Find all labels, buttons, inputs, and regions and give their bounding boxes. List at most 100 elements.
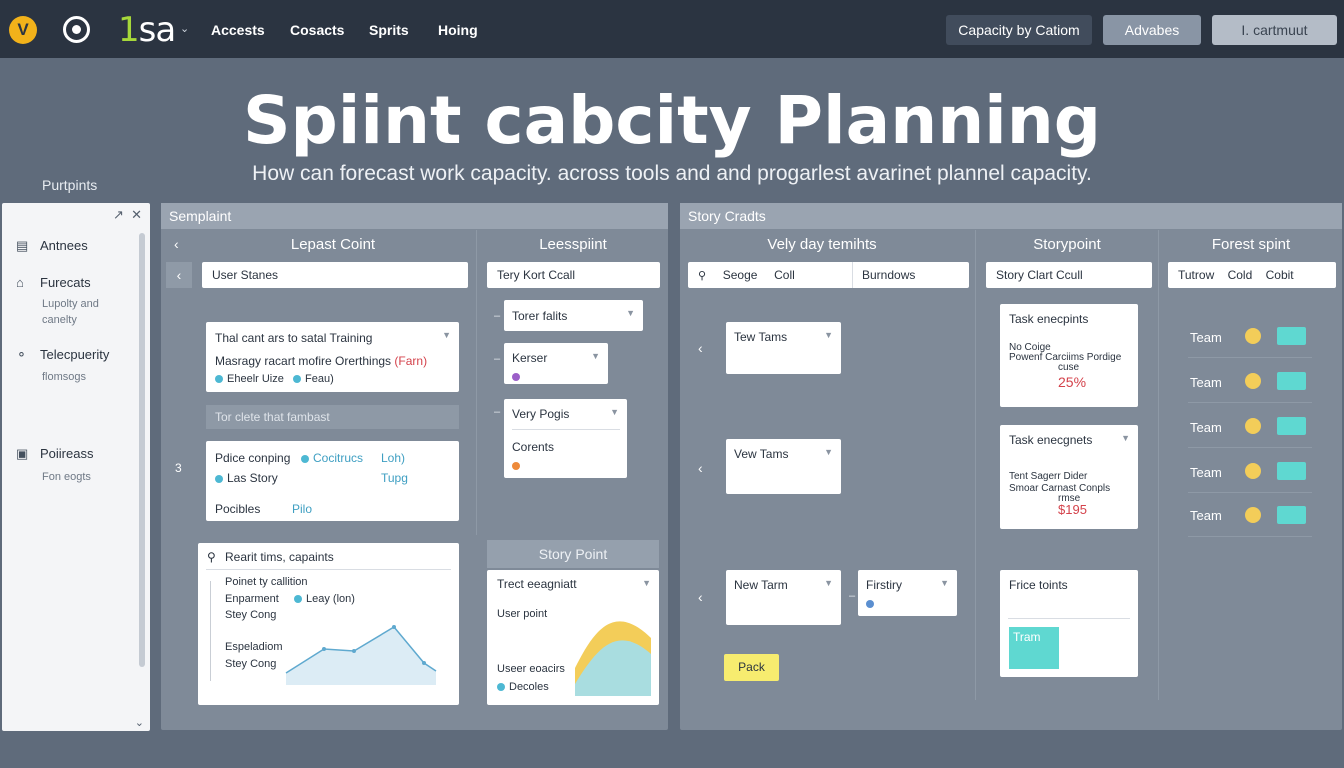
divider bbox=[206, 569, 451, 570]
advabes-button[interactable]: Advabes bbox=[1103, 15, 1201, 45]
nav-item-hoing[interactable]: Hoing bbox=[438, 22, 478, 38]
card-line: Corents bbox=[512, 440, 555, 454]
capacity-bar[interactable] bbox=[1277, 372, 1306, 390]
connector-icon: – bbox=[494, 406, 501, 418]
capacity-chart-card[interactable]: ⚲ Rearit tims, capaints Poinet ty callit… bbox=[198, 543, 459, 705]
logo-v-icon[interactable]: V bbox=[9, 16, 37, 44]
card-line: Tent Sagerr Dider bbox=[1009, 471, 1088, 482]
column-header: Forest spint bbox=[1211, 236, 1291, 253]
card-title: Frice toints bbox=[1009, 578, 1068, 592]
card-line: Pocibles bbox=[215, 502, 261, 516]
forest-filter-input[interactable]: Tutrow Cold Cobit bbox=[1168, 262, 1336, 288]
training-card[interactable]: Thal cant ars to satal Training ▼ Masrag… bbox=[206, 322, 459, 392]
sidebar-scrollbar[interactable] bbox=[139, 233, 145, 667]
team-card[interactable]: Firstiry ▼ bbox=[858, 570, 957, 616]
user-stories-input[interactable]: User Stanes bbox=[202, 262, 468, 288]
card-title: Kerser bbox=[512, 351, 548, 365]
team-label: Team bbox=[1190, 420, 1222, 435]
chevron-down-icon[interactable]: ▼ bbox=[591, 351, 600, 361]
chevron-down-icon[interactable]: ▼ bbox=[626, 308, 635, 318]
capacity-button[interactable]: Capacity by Catiom bbox=[946, 15, 1092, 45]
chevron-down-icon[interactable]: ▼ bbox=[824, 330, 833, 340]
chart-point bbox=[422, 661, 426, 665]
nav-item-accests[interactable]: Accests bbox=[211, 22, 265, 38]
story-chart-input[interactable]: Story Clart Ccull bbox=[986, 262, 1152, 288]
sidebar-item-furecats[interactable]: ⌂ Furecats bbox=[16, 275, 91, 290]
sidebar-item-telecpuerity[interactable]: ⚬ Telecpuerity bbox=[16, 347, 109, 363]
tery-kort-input[interactable]: Tery Kort Ccall bbox=[487, 262, 660, 288]
chevron-down-icon[interactable]: ▼ bbox=[610, 407, 619, 417]
mini-card[interactable]: Very Pogis ▼ Corents bbox=[504, 399, 627, 478]
team-card[interactable]: New Tarm ▼ bbox=[726, 570, 841, 625]
card-tag: Leay (lon) bbox=[294, 593, 355, 605]
card-title: Tew Tams bbox=[734, 330, 788, 344]
chevron-down-icon[interactable]: ▼ bbox=[824, 578, 833, 588]
divider bbox=[1008, 618, 1130, 619]
layout-icon: ▤ bbox=[16, 238, 29, 253]
search-icon[interactable]: ⚲ bbox=[207, 550, 216, 564]
sidebar-item-poiireass[interactable]: ▣ Poiireass bbox=[16, 446, 93, 462]
chart-point bbox=[322, 647, 326, 651]
target-icon[interactable] bbox=[63, 16, 90, 43]
page-title: Spiint cabcity Planning bbox=[242, 82, 1102, 159]
chevron-left-icon[interactable]: ‹ bbox=[698, 589, 703, 605]
chevron-down-icon[interactable]: ▼ bbox=[1121, 433, 1130, 443]
price-value: $195 bbox=[1058, 502, 1087, 517]
panel-title: Semplaint bbox=[161, 203, 668, 229]
chevron-left-icon[interactable]: ‹ bbox=[698, 340, 703, 356]
chevron-down-icon[interactable]: ▼ bbox=[442, 330, 451, 340]
status-dot bbox=[1245, 328, 1261, 344]
capacity-bar[interactable] bbox=[1277, 417, 1306, 435]
team-label: Team bbox=[1190, 330, 1222, 345]
sidebar-item-antnees[interactable]: ▤ Antnees bbox=[16, 238, 88, 254]
mini-card[interactable]: Torer falits ▼ bbox=[504, 300, 643, 331]
connector-icon: – bbox=[494, 353, 501, 365]
team-label: Team bbox=[1190, 375, 1222, 390]
chevron-down-icon[interactable]: ▼ bbox=[940, 578, 949, 588]
chevron-left-icon[interactable]: ‹ bbox=[174, 236, 179, 252]
close-icon[interactable]: ✕ bbox=[131, 207, 142, 222]
column-divider bbox=[975, 230, 976, 700]
sidebar-sub-text: Lupolty and canelty bbox=[42, 298, 99, 326]
card-title: Firstiry bbox=[866, 578, 902, 592]
card-title: Trect eeagniatt bbox=[497, 577, 577, 591]
capacity-bar[interactable] bbox=[1277, 506, 1306, 524]
account-button[interactable]: I. cartmuut bbox=[1212, 15, 1337, 45]
chevron-left-icon[interactable]: ‹ bbox=[698, 460, 703, 476]
story-point-chart-card[interactable]: Trect eeagniatt ▼ User point Useer eoaci… bbox=[487, 570, 659, 705]
placeholder-row[interactable]: Tor clete that fambast bbox=[206, 405, 459, 429]
pack-button[interactable]: Pack bbox=[724, 654, 779, 681]
status-dot bbox=[512, 458, 524, 472]
mini-card[interactable]: Kerser ▼ bbox=[504, 343, 608, 384]
search-input[interactable]: ⚲ Seoge Coll Burndows bbox=[688, 262, 969, 288]
team-card[interactable]: Tew Tams ▼ bbox=[726, 322, 841, 374]
page-subtitle: How can forecast work capacity. across t… bbox=[252, 162, 1092, 185]
brand-logo[interactable]: 1sa bbox=[118, 10, 176, 50]
status-dot bbox=[866, 596, 878, 610]
team-card[interactable]: Vew Tams ▼ bbox=[726, 439, 841, 494]
nav-item-sprits[interactable]: Sprits bbox=[369, 22, 409, 38]
chevron-left-icon[interactable]: ‹ bbox=[166, 262, 192, 288]
police-card[interactable]: Pdice conping Cocitrucs Loh) Las Story T… bbox=[206, 441, 459, 521]
nav-item-cosacts[interactable]: Cosacts bbox=[290, 22, 344, 38]
team-label: Team bbox=[1190, 465, 1222, 480]
chevron-down-icon[interactable]: ▼ bbox=[824, 447, 833, 457]
sidebar-sub-text: flomsogs bbox=[42, 371, 87, 383]
resize-icon[interactable]: ↗ bbox=[113, 207, 124, 222]
percent-value: 25% bbox=[1058, 374, 1087, 390]
chevron-down-icon[interactable]: ⌄ bbox=[135, 716, 144, 729]
price-card[interactable]: Frice toints Tram bbox=[1000, 570, 1138, 677]
card-title: New Tarm bbox=[734, 578, 788, 592]
card-tag: Cocitrucs bbox=[301, 451, 363, 465]
chevron-down-icon[interactable]: ⌄ bbox=[180, 22, 189, 35]
divider bbox=[1188, 492, 1312, 493]
chevron-down-icon[interactable]: ▼ bbox=[642, 578, 651, 588]
tram-block[interactable]: Tram bbox=[1009, 627, 1059, 669]
search-icon: ⚲ bbox=[698, 270, 707, 282]
panel-title: Story Cradts bbox=[680, 203, 1342, 229]
card-line: Masragy racart mofire Orerthings (Farn) bbox=[215, 354, 428, 368]
capacity-bar[interactable] bbox=[1277, 462, 1306, 480]
task-card[interactable]: Task enecgnets ▼ Tent Sagerr Dider Smoar… bbox=[1000, 425, 1138, 529]
capacity-bar[interactable] bbox=[1277, 327, 1306, 345]
task-card[interactable]: Task enecpints No Coige Powenf Carciims … bbox=[1000, 304, 1138, 407]
